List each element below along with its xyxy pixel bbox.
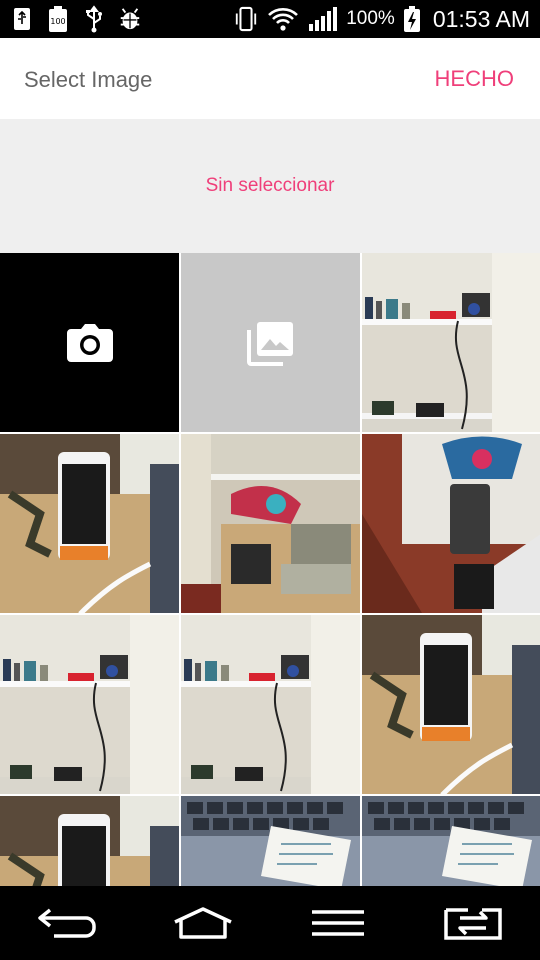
dual-window-icon xyxy=(444,908,502,940)
battery-charging-icon xyxy=(403,5,421,33)
home-icon xyxy=(174,907,232,939)
menu-button[interactable] xyxy=(293,898,383,948)
dual-window-button[interactable] xyxy=(428,898,518,948)
photo-thumbnail[interactable] xyxy=(362,253,540,432)
photo-thumbnail[interactable] xyxy=(362,434,540,613)
navigation-bar xyxy=(0,886,540,960)
vibrate-icon xyxy=(234,5,258,33)
status-bar-system: 100% 01:53 AM xyxy=(234,4,530,34)
gallery-tile[interactable] xyxy=(181,253,360,432)
gallery-icon xyxy=(246,321,293,366)
status-bar: 100 100% 01:53 AM xyxy=(0,0,540,38)
back-button[interactable] xyxy=(22,898,112,948)
photo-thumbnail[interactable] xyxy=(181,615,360,794)
svg-text:100: 100 xyxy=(50,17,65,26)
selected-images-area: Sin seleccionar xyxy=(0,119,540,253)
android-debug-icon xyxy=(118,5,142,33)
no-selection-text: Sin seleccionar xyxy=(205,175,335,196)
app-header: Select Image HECHO xyxy=(0,38,540,119)
usb-storage-icon xyxy=(10,5,34,33)
photo-thumbnail[interactable] xyxy=(0,434,179,613)
status-bar-notifications: 100 xyxy=(10,4,142,34)
signal-icon xyxy=(308,5,338,33)
photo-thumbnail[interactable] xyxy=(0,615,179,794)
home-button[interactable] xyxy=(158,898,248,948)
photo-thumbnail[interactable] xyxy=(362,615,540,794)
photo-thumbnail[interactable] xyxy=(181,796,360,886)
usb-icon xyxy=(82,5,106,33)
clock: 01:53 AM xyxy=(432,5,530,32)
page-title: Select Image xyxy=(24,67,153,92)
menu-icon xyxy=(312,910,364,936)
photo-thumbnail[interactable] xyxy=(181,434,360,613)
battery-100-icon: 100 xyxy=(46,5,70,33)
battery-percent: 100% xyxy=(346,8,395,29)
done-button[interactable]: HECHO xyxy=(435,66,514,92)
camera-tile[interactable] xyxy=(0,253,179,432)
camera-icon xyxy=(66,323,113,362)
image-grid xyxy=(0,253,540,886)
back-icon xyxy=(38,908,96,938)
wifi-icon xyxy=(266,5,300,33)
photo-thumbnail[interactable] xyxy=(362,796,540,886)
photo-thumbnail[interactable] xyxy=(0,796,179,886)
